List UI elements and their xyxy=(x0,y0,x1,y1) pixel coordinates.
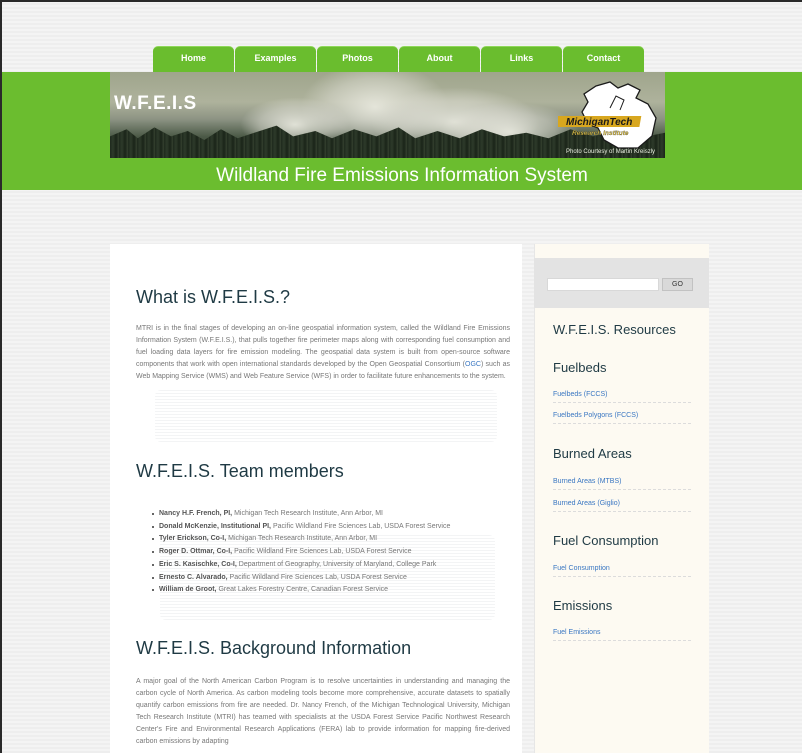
list-item: Donald McKenzie, Institutional PI, Pacif… xyxy=(152,521,450,534)
nav-tab-home[interactable]: Home xyxy=(153,46,234,72)
background-paragraph: A major goal of the North American Carbo… xyxy=(136,678,510,745)
list-item: Eric S. Kasischke, Co-I, Department of G… xyxy=(152,559,450,572)
list-item: Tyler Erickson, Co-I, Michigan Tech Rese… xyxy=(152,533,450,546)
svg-text:Research Institute: Research Institute xyxy=(572,130,629,137)
link-fuel-consumption[interactable]: Fuel Consumption xyxy=(553,565,691,577)
link-fuelbeds-fccs[interactable]: Fuelbeds (FCCS) xyxy=(553,391,691,403)
nav-tab-about[interactable]: About xyxy=(399,46,480,72)
ogc-link[interactable]: OGC xyxy=(465,361,481,368)
search-input[interactable] xyxy=(547,278,659,291)
sidebar xyxy=(534,244,709,753)
resources-heading: W.F.E.I.S. Resources xyxy=(553,322,676,337)
site-title: Wildland Fire Emissions Information Syst… xyxy=(216,165,588,186)
section-heading-team: W.F.E.I.S. Team members xyxy=(136,461,344,481)
fuel-consumption-heading: Fuel Consumption xyxy=(553,533,659,548)
photo-credit: Photo Courtesy of Martin Kreiszly xyxy=(566,149,656,155)
list-item: Ernesto C. Alvarado, Pacific Wildland Fi… xyxy=(152,572,450,585)
main-nav: Home Examples Photos About Links Contact xyxy=(153,46,645,72)
svg-text:MichiganTech: MichiganTech xyxy=(566,117,632,128)
michigan-tech-logo[interactable]: MichiganTech Research Institute xyxy=(558,78,666,150)
fuelbeds-heading: Fuelbeds xyxy=(553,360,607,375)
link-burned-mtbs[interactable]: Burned Areas (MTBS) xyxy=(553,478,691,490)
window-border-top xyxy=(0,0,802,2)
go-button[interactable]: GO xyxy=(662,278,693,291)
watermark-decoration xyxy=(155,390,497,442)
banner-title: W.F.E.I.S xyxy=(114,93,197,114)
list-item: Nancy H.F. French, PI, Michigan Tech Res… xyxy=(152,508,450,521)
list-item: William de Groot, Great Lakes Forestry C… xyxy=(152,584,450,597)
nav-tab-contact[interactable]: Contact xyxy=(563,46,644,72)
nav-tab-links[interactable]: Links xyxy=(481,46,562,72)
nav-tab-photos[interactable]: Photos xyxy=(317,46,398,72)
link-fuel-emissions[interactable]: Fuel Emissions xyxy=(553,629,691,641)
team-member-list: Nancy H.F. French, PI, Michigan Tech Res… xyxy=(152,508,450,597)
burned-areas-heading: Burned Areas xyxy=(553,446,632,461)
emissions-heading: Emissions xyxy=(553,598,613,613)
link-burned-giglio[interactable]: Burned Areas (Giglio) xyxy=(553,500,691,512)
what-paragraph: MTRI is in the final stages of developin… xyxy=(136,325,510,380)
link-fuelbeds-polygons[interactable]: Fuelbeds Polygons (FCCS) xyxy=(553,412,691,424)
nav-tab-examples[interactable]: Examples xyxy=(235,46,316,72)
section-heading-what: What is W.F.E.I.S.? xyxy=(136,287,291,307)
section-heading-background: W.F.E.I.S. Background Information xyxy=(136,638,412,658)
list-item: Roger D. Ottmar, Co-I, Pacific Wildland … xyxy=(152,546,450,559)
